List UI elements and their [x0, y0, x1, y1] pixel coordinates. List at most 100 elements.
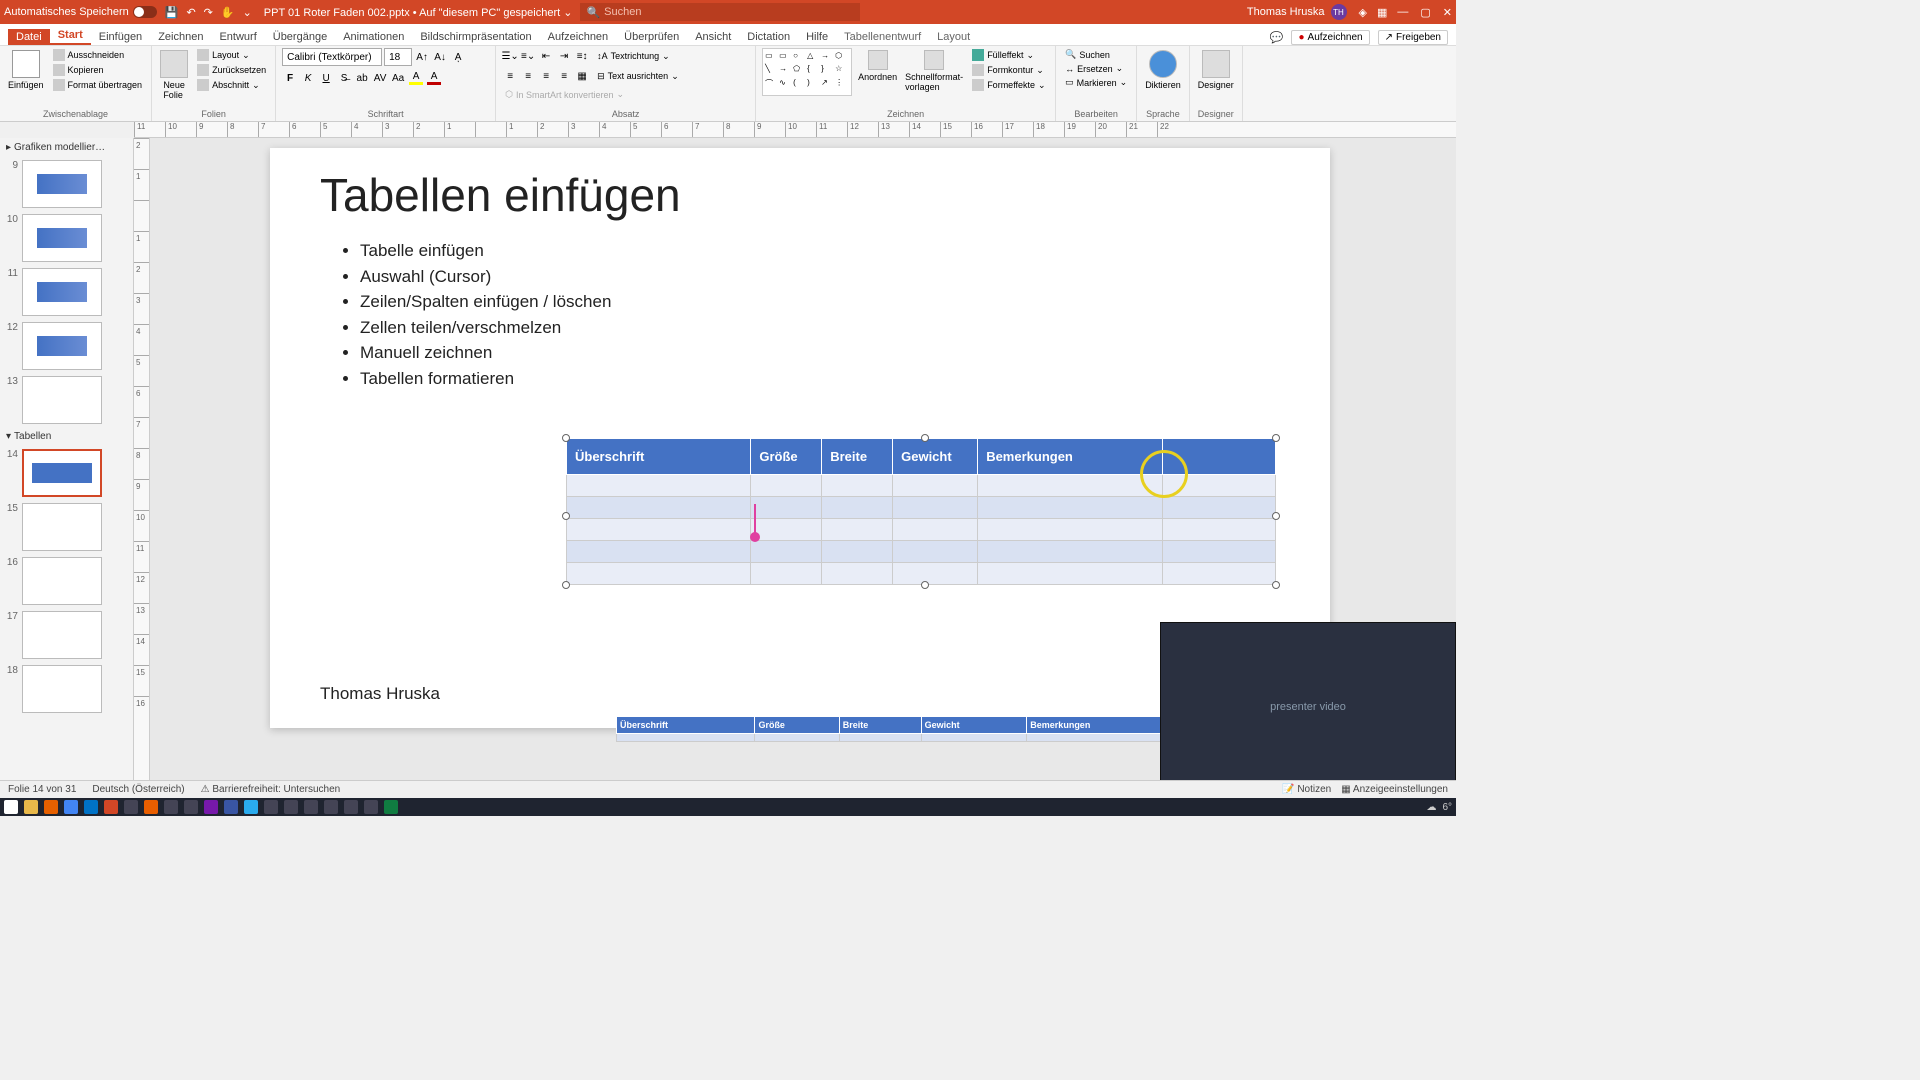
selection-handle[interactable]: [1272, 512, 1280, 520]
table-cell[interactable]: [751, 541, 822, 563]
table-cell[interactable]: [822, 497, 893, 519]
table-cell[interactable]: [822, 475, 893, 497]
reset-button[interactable]: Zurücksetzen: [194, 63, 269, 77]
align-right-icon[interactable]: ≡: [538, 68, 554, 84]
find-button[interactable]: 🔍Suchen: [1062, 48, 1130, 61]
decrease-font-icon[interactable]: A↓: [432, 49, 448, 65]
layout-button[interactable]: Layout ⌄: [194, 48, 269, 62]
decrease-indent-icon[interactable]: ⇤: [538, 48, 554, 64]
app-icon[interactable]: [164, 800, 178, 814]
visio-icon[interactable]: [224, 800, 238, 814]
close-icon[interactable]: ✕: [1443, 6, 1452, 19]
new-slide-button[interactable]: Neue Folie: [158, 48, 190, 102]
section-button[interactable]: Abschnitt ⌄: [194, 78, 269, 92]
document-title[interactable]: PPT 01 Roter Faden 002.pptx • Auf "diese…: [264, 6, 573, 19]
tab-layout[interactable]: Layout: [929, 29, 978, 45]
font-name-select[interactable]: Calibri (Textkörper): [282, 48, 382, 66]
telegram-icon[interactable]: [244, 800, 258, 814]
slide-counter[interactable]: Folie 14 von 31: [8, 784, 76, 795]
table-selection[interactable]: ÜberschriftGrößeBreiteGewichtBemerkungen: [566, 438, 1276, 585]
justify-icon[interactable]: ≡: [556, 68, 572, 84]
slide-thumbnail[interactable]: 17: [0, 608, 133, 662]
text-direction-button[interactable]: ↕ATextrichtung ⌄: [594, 50, 673, 63]
tab-view[interactable]: Ansicht: [687, 29, 739, 45]
slide-thumbnail[interactable]: 16: [0, 554, 133, 608]
table-cell[interactable]: [978, 475, 1162, 497]
arrange-button[interactable]: Anordnen: [856, 48, 899, 84]
align-left-icon[interactable]: ≡: [502, 68, 518, 84]
bullets-icon[interactable]: ☰⌄: [502, 48, 518, 64]
slide-thumbnail[interactable]: 14: [0, 446, 133, 500]
section-header[interactable]: ▸ Grafiken modellier…: [0, 138, 133, 157]
align-text-button[interactable]: ⊟Text ausrichten ⌄: [594, 70, 682, 83]
table-cell[interactable]: [822, 541, 893, 563]
slide-thumbnail[interactable]: 9: [0, 157, 133, 211]
highlight-icon[interactable]: A: [408, 70, 424, 86]
cut-button[interactable]: Ausschneiden: [50, 48, 146, 62]
language-status[interactable]: Deutsch (Österreich): [92, 784, 184, 795]
start-button-icon[interactable]: [4, 800, 18, 814]
tab-tabledesign[interactable]: Tabellenentwurf: [836, 29, 929, 45]
tab-help[interactable]: Hilfe: [798, 29, 836, 45]
selection-handle[interactable]: [562, 512, 570, 520]
app-icon[interactable]: [284, 800, 298, 814]
app-icon[interactable]: [364, 800, 378, 814]
tab-insert[interactable]: Einfügen: [91, 29, 150, 45]
selection-handle[interactable]: [562, 581, 570, 589]
table-cell[interactable]: [567, 563, 751, 585]
selection-handle[interactable]: [562, 434, 570, 442]
outlook-icon[interactable]: [84, 800, 98, 814]
table-cell[interactable]: [567, 541, 751, 563]
bold-icon[interactable]: F: [282, 70, 298, 86]
record-button[interactable]: ●Aufzeichnen: [1291, 30, 1369, 45]
comments-icon[interactable]: 💬: [1270, 31, 1284, 44]
minimize-icon[interactable]: —: [1397, 6, 1408, 19]
temperature[interactable]: 6°: [1442, 802, 1452, 813]
table-cell[interactable]: [978, 563, 1162, 585]
powerpoint-icon[interactable]: [104, 800, 118, 814]
table-header[interactable]: Gewicht: [893, 439, 978, 475]
slide-thumbnail[interactable]: 11: [0, 265, 133, 319]
font-color-icon[interactable]: A: [426, 70, 442, 86]
table-cell[interactable]: [822, 563, 893, 585]
slide-bullets[interactable]: Tabelle einfügenAuswahl (Cursor)Zeilen/S…: [320, 238, 1280, 391]
table-cell[interactable]: [1162, 541, 1275, 563]
slide-title[interactable]: Tabellen einfügen: [320, 168, 1280, 222]
table-cell[interactable]: [1162, 563, 1275, 585]
slide-thumbnail[interactable]: 13: [0, 373, 133, 427]
shape-fill-button[interactable]: Fülleffekt ⌄: [969, 48, 1048, 62]
search-box[interactable]: 🔍 Suchen: [580, 3, 860, 21]
table-cell[interactable]: [751, 475, 822, 497]
accessibility-status[interactable]: ⚠ Barrierefreiheit: Untersuchen: [201, 784, 341, 795]
increase-indent-icon[interactable]: ⇥: [556, 48, 572, 64]
table-header[interactable]: Überschrift: [567, 439, 751, 475]
save-icon[interactable]: 💾: [165, 6, 179, 19]
coming-soon-icon[interactable]: ◈: [1359, 6, 1367, 19]
table-cell[interactable]: [567, 475, 751, 497]
tab-dictation[interactable]: Dictation: [739, 29, 798, 45]
tab-review[interactable]: Überprüfen: [616, 29, 687, 45]
app-icon[interactable]: [344, 800, 358, 814]
smartart-button[interactable]: ⬡In SmartArt konvertieren ⌄: [502, 88, 627, 101]
bullet-item[interactable]: Auswahl (Cursor): [360, 264, 1280, 290]
table-cell[interactable]: [978, 519, 1162, 541]
table-cell[interactable]: [893, 475, 978, 497]
shadow-icon[interactable]: ab: [354, 70, 370, 86]
increase-font-icon[interactable]: A↑: [414, 49, 430, 65]
italic-icon[interactable]: K: [300, 70, 316, 86]
case-icon[interactable]: Aa: [390, 70, 406, 86]
explorer-icon[interactable]: [24, 800, 38, 814]
line-spacing-icon[interactable]: ≡↕: [574, 48, 590, 64]
weather-icon[interactable]: ☁: [1426, 802, 1436, 813]
shape-outline-button[interactable]: Formkontur ⌄: [969, 63, 1048, 77]
table-cell[interactable]: [893, 519, 978, 541]
onenote-icon[interactable]: [204, 800, 218, 814]
undo-icon[interactable]: ↶: [186, 6, 195, 19]
table-cell[interactable]: [567, 519, 751, 541]
slide-thumbnail[interactable]: 12: [0, 319, 133, 373]
replace-button[interactable]: ↔Ersetzen ⌄: [1062, 62, 1130, 75]
redo-icon[interactable]: ↷: [204, 6, 213, 19]
table-cell[interactable]: [893, 497, 978, 519]
selection-handle[interactable]: [1272, 434, 1280, 442]
qat-dropdown-icon[interactable]: ⌄: [243, 6, 252, 19]
